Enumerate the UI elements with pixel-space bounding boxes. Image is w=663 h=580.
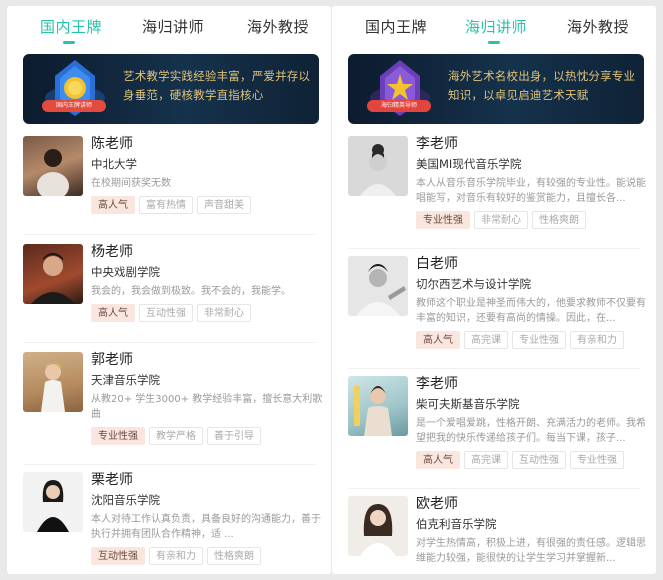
tag-list: 互动性强 有亲和力 性格爽朗	[91, 547, 323, 566]
tab-bar: 国内王牌 海归讲师 海外教授	[332, 6, 656, 52]
teacher-desc: 本人从音乐音乐学院毕业，有较强的专业性。能说能唱能写，对音乐有较好的鉴赏能力，且…	[416, 178, 646, 204]
tag-list: 高人气 高完课 专业性强 有亲和力	[416, 331, 648, 350]
tag: 专业性强	[512, 331, 566, 349]
tag: 专业性强	[416, 211, 470, 229]
tag: 非常耐心	[474, 211, 528, 229]
avatar	[23, 472, 83, 532]
tag-list: 专业性强 教学严格 善于引导	[91, 427, 323, 446]
divider	[23, 464, 315, 465]
tag: 高完课	[464, 451, 508, 469]
teacher-desc: 对学生热情高，积极上进，有很强的责任感。逻辑思维能力较强，能很快的让学生学习并掌…	[416, 538, 646, 564]
teacher-name: 杨老师	[91, 244, 133, 260]
tag: 专业性强	[91, 427, 145, 445]
divider	[23, 342, 315, 343]
banner-text: 海外艺术名校出身，以热忱分享专业知识，以卓见启迪艺术天赋	[448, 69, 636, 102]
medal-label: 海归精英导师	[367, 100, 431, 112]
tab-returnee[interactable]: 海归讲师	[142, 16, 204, 37]
tag: 高人气	[91, 304, 135, 322]
teacher-name: 李老师	[416, 376, 458, 392]
tag: 互动性强	[139, 304, 193, 322]
tag-list: 高人气 互动性强 非常耐心	[91, 304, 323, 323]
tag: 互动性强	[91, 547, 145, 565]
tag: 互动性强	[512, 451, 566, 469]
medal-icon	[45, 60, 105, 116]
tag: 高人气	[416, 451, 460, 469]
teacher-school: 天津音乐学院	[91, 373, 160, 387]
active-tab-indicator	[63, 41, 75, 44]
teacher-desc: 本人对待工作认真负责，具备良好的沟通能力，善于执行并拥有团队合作精神，适 ...	[91, 514, 321, 540]
teacher-name: 陈老师	[91, 136, 133, 152]
banner: 国内王牌讲师 艺术教学实践经验丰富，严爱并存以身垂范，硬核教学直指核心	[23, 54, 319, 124]
tag-list: 专业性强 非常耐心 性格爽朗	[416, 211, 648, 230]
teacher-desc: 在校期间获奖无数	[91, 178, 171, 189]
tag-list: 高人气 高完课 互动性强 专业性强	[416, 451, 648, 470]
avatar	[348, 136, 408, 196]
tag: 有亲和力	[570, 331, 624, 349]
teacher-desc: 是一个爱唱爱跳，性格开朗、充满活力的老师。我希望把我的快乐传递给孩子们。每当下课…	[416, 418, 646, 444]
avatar	[23, 244, 83, 304]
tag-list: 高人气 富有热情 声音甜美	[91, 196, 323, 215]
divider	[348, 248, 640, 249]
teacher-school: 中央戏剧学院	[91, 265, 160, 279]
banner-text: 艺术教学实践经验丰富，严爱并存以身垂范，硬核教学直指核心	[123, 69, 311, 102]
avatar	[23, 352, 83, 412]
teacher-desc: 教师这个职业是神圣而伟大的，他要求教师不仅要有丰富的知识，还要有高尚的情操。因此…	[416, 298, 646, 324]
tab-domestic[interactable]: 国内王牌	[40, 16, 102, 37]
avatar	[348, 496, 408, 556]
tag: 高人气	[91, 196, 135, 214]
tag: 富有热情	[139, 196, 193, 214]
tag: 高完课	[464, 331, 508, 349]
teacher-school: 美国MI现代音乐学院	[416, 157, 522, 171]
tab-bar: 国内王牌 海归讲师 海外教授	[7, 6, 331, 52]
teacher-name: 李老师	[416, 136, 458, 152]
teacher-name: 欧老师	[416, 496, 458, 512]
teacher-school: 切尔西艺术与设计学院	[416, 277, 531, 291]
divider	[23, 234, 315, 235]
teacher-name: 郭老师	[91, 352, 133, 368]
avatar	[23, 136, 83, 196]
tag: 善于引导	[207, 427, 261, 445]
tab-returnee[interactable]: 海归讲师	[465, 16, 527, 37]
tag: 高人气	[416, 331, 460, 349]
divider	[348, 368, 640, 369]
panel-left: 国内王牌 海归讲师 海外教授 国内王牌讲师 艺术教学实践经验丰富，严爱并存以身垂…	[7, 6, 331, 574]
tab-overseas[interactable]: 海外教授	[247, 16, 309, 37]
active-tab-indicator	[488, 41, 500, 44]
tag: 教学严格	[149, 427, 203, 445]
tag: 非常耐心	[197, 304, 251, 322]
teacher-desc: 从教20+ 学生3000+ 教学经验丰富，擅长意大利歌曲	[91, 394, 323, 420]
divider	[348, 488, 640, 489]
banner: 海归精英导师 海外艺术名校出身，以热忱分享专业知识，以卓见启迪艺术天赋	[348, 54, 644, 124]
tag: 专业性强	[570, 451, 624, 469]
teacher-name: 栗老师	[91, 472, 133, 488]
tag: 性格爽朗	[207, 547, 261, 565]
teacher-desc: 我会的，我会做到极致。我不会的，我能学。	[91, 286, 291, 297]
teacher-school: 柴可夫斯基音乐学院	[416, 397, 520, 411]
tag: 有亲和力	[149, 547, 203, 565]
tag: 性格爽朗	[532, 211, 586, 229]
medal-icon	[370, 60, 430, 116]
tab-overseas[interactable]: 海外教授	[567, 16, 629, 37]
teacher-school: 中北大学	[91, 157, 137, 171]
teacher-school: 沈阳音乐学院	[91, 493, 160, 507]
avatar	[348, 376, 408, 436]
medal-label: 国内王牌讲师	[42, 100, 106, 112]
teacher-school: 伯克利音乐学院	[416, 517, 497, 531]
teacher-name: 白老师	[416, 256, 458, 272]
avatar	[348, 256, 408, 316]
tag: 声音甜美	[197, 196, 251, 214]
tab-domestic[interactable]: 国内王牌	[365, 16, 427, 37]
panel-right: 国内王牌 海归讲师 海外教授 海归精英导师 海外艺术名校出身，以热忱分享专业知识…	[332, 6, 656, 574]
